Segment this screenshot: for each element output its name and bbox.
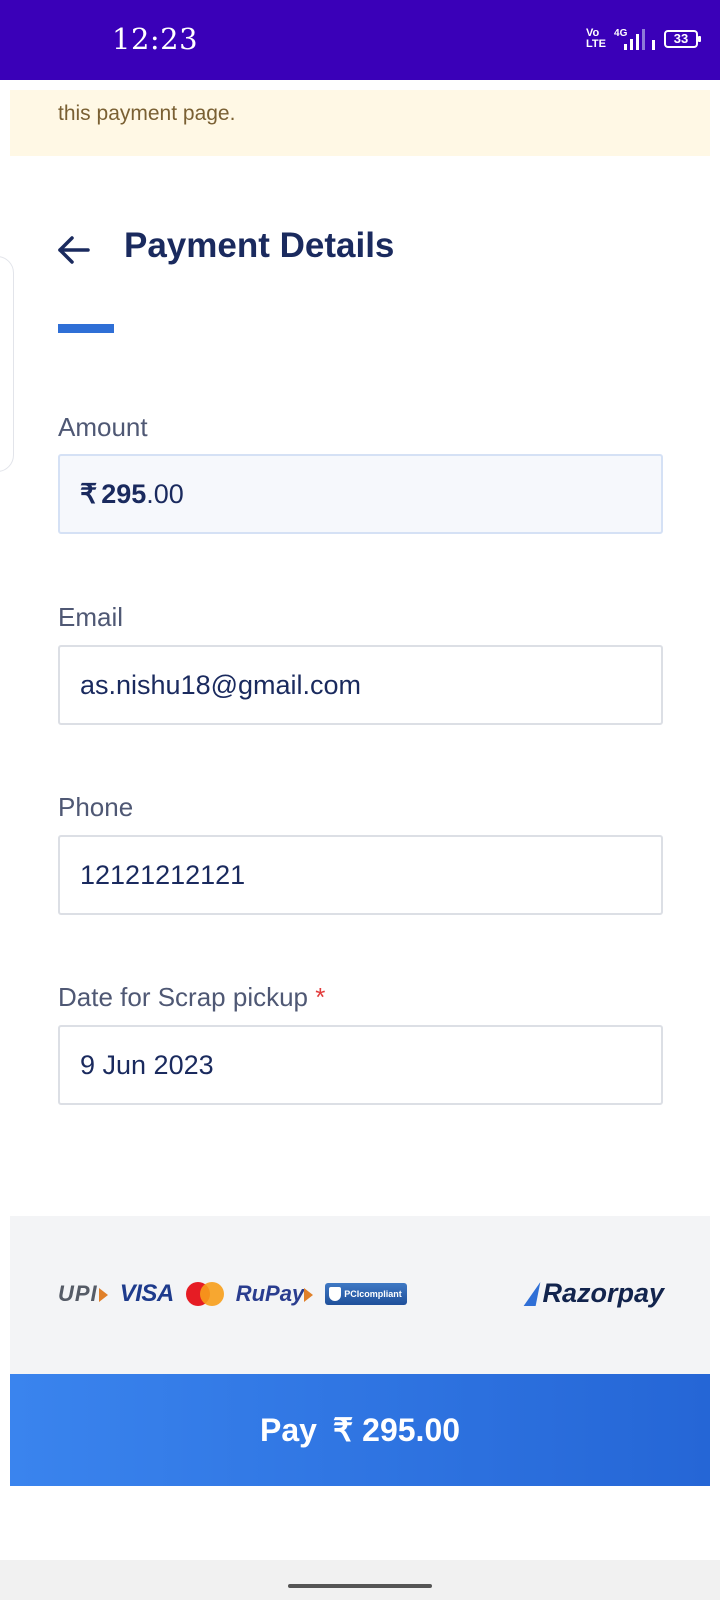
volte-icon: Vo LTE [586,28,606,50]
pickup-date-label: Date for Scrap pickup * [58,982,325,1013]
volte-bottom: LTE [586,38,606,50]
home-gesture-handle[interactable] [288,1584,432,1588]
pay-button[interactable]: Pay ₹ 295.00 [10,1374,710,1486]
visa-logo: VISA [119,1280,175,1307]
razorpay-logo: Razorpay [524,1278,664,1309]
background-card-edge [0,256,14,472]
email-label: Email [58,602,124,632]
phone-value: 12121212121 [80,859,246,890]
title-underline [58,324,114,333]
pay-button-label: Pay [259,1411,317,1448]
email-value: as.nishu18@gmail.com [80,669,362,700]
status-time: 12:23 [112,22,199,56]
pickup-date-label-text: Date for Scrap pickup [58,982,309,1012]
email-field[interactable]: as.nishu18@gmail.com [58,645,663,725]
rupay-logo: RuPay [235,1281,314,1307]
page-title: Payment Details [124,226,395,265]
amount-whole: 295 [101,478,147,509]
battery-level: 33 [673,31,689,46]
pci-logo-text: PCIcompliant [344,1289,402,1299]
mastercard-logo [185,1282,224,1306]
pci-compliant-logo: PCIcompliant [325,1283,408,1305]
notice-banner: this payment page. [10,90,710,156]
amount-label: Amount [58,412,148,442]
back-arrow-icon[interactable] [56,232,92,268]
network-type: 4G [614,28,628,39]
signal-icon [624,28,658,50]
upi-logo: UPI [58,1281,108,1307]
phone-field[interactable]: 12121212121 [58,835,663,915]
payment-methods: UPI VISA RuPay PCIcompliant [58,1280,408,1308]
rupay-logo-text: RuPay [235,1281,305,1306]
amount-fraction: .00 [146,478,184,509]
amount-field: ₹ 295 .00 [58,454,663,534]
payment-logos-bar: UPI VISA RuPay PCIcompliant Razorpay [10,1216,710,1376]
pickup-date-field[interactable]: 9 Jun 2023 [58,1025,663,1105]
system-nav-bar [0,1560,720,1600]
required-mark: * [315,982,326,1012]
network-indicator: Vo LTE 4G [586,28,664,50]
razorpay-wordmark: Razorpay [542,1278,664,1308]
currency-symbol: ₹ [80,478,98,509]
status-icons: Vo LTE 4G 33 [586,24,701,54]
upi-logo-text: UPI [58,1281,98,1306]
pay-button-amount: ₹ 295.00 [332,1412,461,1448]
pickup-date-value: 9 Jun 2023 [80,1049,214,1080]
notice-text: this payment page. [58,102,236,125]
battery-icon: 33 [664,30,701,48]
status-bar: 12:23 Vo LTE 4G 33 [0,0,720,80]
phone-label: Phone [58,792,134,822]
